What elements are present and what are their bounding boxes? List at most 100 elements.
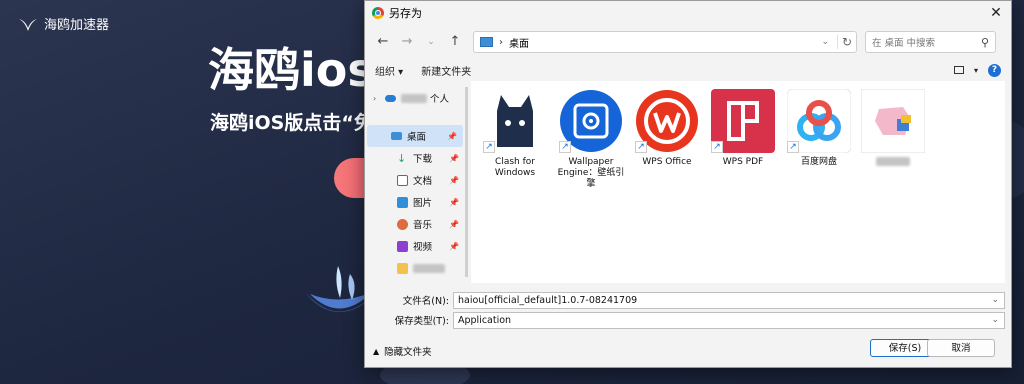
filetype-label: 保存类型(T): — [394, 316, 449, 327]
up-arrow-icon[interactable]: ↑ — [443, 30, 467, 54]
nav-item-label: 个人 — [430, 94, 450, 105]
wps-pdf-icon: ↗ — [711, 89, 775, 153]
download-icon: ↓ — [397, 151, 407, 165]
filetype-row: 保存类型(T): Application ⌄ — [365, 310, 1011, 330]
expand-chevron-icon[interactable]: › — [373, 94, 383, 103]
breadcrumb-location[interactable]: 桌面 — [509, 35, 529, 50]
brand-name: 海鸥加速器 — [44, 18, 110, 33]
file-item[interactable] — [857, 88, 929, 170]
seagull-icon — [19, 18, 37, 31]
organize-menu[interactable]: 组织 ▾ — [375, 63, 403, 78]
file-item[interactable]: ↗ Wallpaper Engine：壁纸引擎 — [555, 89, 627, 190]
chevron-down-icon[interactable]: ⌄ — [991, 315, 999, 325]
navigation-pane: › 个人 桌面 📌 ↓ 下载 📌 文档 📌 图片 📌 音乐 📌 视频 📌 — [365, 81, 465, 283]
file-item[interactable]: ↗ Clash for Windows — [479, 89, 551, 179]
file-name-redacted — [857, 157, 929, 170]
blurred-app-icon — [860, 88, 926, 154]
hide-folders-label: 隐藏文件夹 — [384, 347, 432, 358]
wps-office-icon: ↗ — [635, 89, 699, 153]
breadcrumb-separator-icon: › — [499, 36, 503, 48]
search-input[interactable]: 在 桌面 中搜索 ⚲ — [865, 31, 996, 53]
pin-icon: 📌 — [449, 153, 459, 163]
view-chevron-icon[interactable]: ▾ — [974, 66, 978, 75]
hero-subtitle: 海鸥iOS版点击“免 — [210, 112, 373, 134]
shortcut-arrow-icon: ↗ — [483, 141, 495, 153]
onedrive-icon — [385, 94, 396, 102]
filename-value[interactable]: haiou[official_default]1.0.7-08241709 — [458, 295, 637, 306]
nav-item-label: 下载 — [413, 154, 433, 165]
back-arrow-icon[interactable]: ← — [371, 30, 395, 54]
shortcut-arrow-icon: ↗ — [711, 141, 723, 153]
pictures-icon — [397, 196, 408, 208]
chevron-down-icon[interactable]: ⌄ — [991, 295, 999, 305]
cancel-button[interactable]: 取消 — [927, 339, 995, 357]
nav-item-label: 文档 — [413, 176, 433, 187]
pin-icon: 📌 — [449, 197, 459, 207]
nav-item-downloads[interactable]: ↓ 下载 📌 — [365, 147, 465, 169]
refresh-icon[interactable]: ↻ — [837, 35, 856, 49]
nav-item-label: 图片 — [413, 198, 433, 209]
navigation-scrollbar[interactable] — [465, 87, 468, 277]
chevron-up-icon: ▲ — [373, 346, 380, 356]
navigation-bar: ← → ⌄ ↑ › 桌面 ⌄ ↻ 在 桌面 中搜索 ⚲ — [365, 25, 1011, 59]
nav-item-folder[interactable] — [365, 257, 465, 279]
wallpaper-engine-icon: ↗ — [559, 89, 623, 153]
file-name: WPS PDF — [722, 157, 764, 167]
dialog-titlebar: 另存为 ✕ — [365, 1, 1011, 25]
filename-label: 文件名(N): — [402, 296, 449, 307]
filename-field[interactable]: haiou[official_default]1.0.7-08241709 ⌄ — [453, 291, 1005, 309]
redacted-text — [876, 157, 910, 166]
redacted-text — [401, 93, 427, 103]
nav-item-label: 桌面 — [407, 132, 427, 143]
command-bar: 组织 ▾ 新建文件夹 ▾ ? — [365, 59, 1011, 81]
dialog-title: 另存为 — [389, 7, 422, 20]
pin-icon: 📌 — [447, 131, 457, 141]
nav-item-music[interactable]: 音乐 📌 — [365, 213, 465, 235]
nav-item-desktop[interactable]: 桌面 📌 — [367, 125, 463, 147]
chrome-icon — [372, 7, 384, 19]
nav-item-label: 音乐 — [413, 220, 433, 231]
shortcut-arrow-icon: ↗ — [787, 141, 799, 153]
dialog-body: › 个人 桌面 📌 ↓ 下载 📌 文档 📌 图片 📌 音乐 📌 视频 📌 ↗ C… — [365, 81, 1011, 283]
nav-item-videos[interactable]: 视频 📌 — [365, 235, 465, 257]
nav-item-pictures[interactable]: 图片 📌 — [365, 191, 465, 213]
nav-item-documents[interactable]: 文档 📌 — [365, 169, 465, 191]
save-fields: 文件名(N): haiou[official_default]1.0.7-082… — [365, 290, 1011, 330]
recent-chevron-icon[interactable]: ⌄ — [419, 30, 443, 54]
pin-icon: 📌 — [449, 175, 459, 185]
filetype-select[interactable]: Application ⌄ — [453, 311, 1005, 329]
pin-icon: 📌 — [449, 241, 459, 251]
file-item[interactable]: ↗ WPS PDF — [707, 89, 779, 168]
chevron-down-icon[interactable]: ⌄ — [821, 37, 829, 47]
desktop-icon — [391, 132, 402, 140]
search-placeholder: 在 桌面 中搜索 — [872, 38, 936, 49]
hide-folders-toggle[interactable]: ▲ 隐藏文件夹 — [373, 344, 432, 359]
view-options-icon[interactable] — [953, 66, 964, 74]
forward-arrow-icon[interactable]: → — [395, 30, 419, 54]
hero-title: 海鸥ios — [208, 43, 375, 97]
address-bar[interactable]: › 桌面 ⌄ ↻ — [473, 31, 857, 53]
nav-item-onedrive[interactable]: › 个人 — [365, 87, 465, 109]
file-item[interactable]: ↗ 百度网盘 — [783, 88, 855, 168]
search-icon: ⚲ — [980, 35, 989, 49]
file-name: WPS Office — [642, 157, 692, 167]
nav-item-label: 视频 — [413, 242, 433, 253]
clash-cat-icon: ↗ — [483, 89, 547, 153]
new-folder-button[interactable]: 新建文件夹 — [421, 63, 471, 78]
file-name: 百度网盘 — [800, 157, 837, 167]
file-list: ↗ Clash for Windows ↗ Wallpaper Engine：壁… — [471, 81, 1005, 283]
desktop-location-icon — [480, 37, 493, 47]
save-as-dialog: 另存为 ✕ ← → ⌄ ↑ › 桌面 ⌄ ↻ 在 桌面 中搜索 ⚲ 组织 ▾ 新… — [364, 0, 1012, 368]
filename-row: 文件名(N): haiou[official_default]1.0.7-082… — [365, 290, 1011, 310]
document-icon — [397, 174, 408, 186]
help-icon[interactable]: ? — [988, 63, 1001, 77]
close-icon[interactable]: ✕ — [981, 5, 1011, 21]
video-icon — [397, 240, 408, 252]
file-item[interactable]: ↗ WPS Office — [631, 89, 703, 168]
file-name: Wallpaper Engine：壁纸引擎 — [557, 157, 625, 189]
shortcut-arrow-icon: ↗ — [635, 141, 647, 153]
brand-logo[interactable]: 海鸥加速器 — [18, 14, 109, 33]
pin-icon: 📌 — [449, 219, 459, 229]
dialog-footer: ▲ 隐藏文件夹 保存(S) 取消 — [365, 339, 1011, 363]
filetype-value: Application — [458, 314, 512, 326]
